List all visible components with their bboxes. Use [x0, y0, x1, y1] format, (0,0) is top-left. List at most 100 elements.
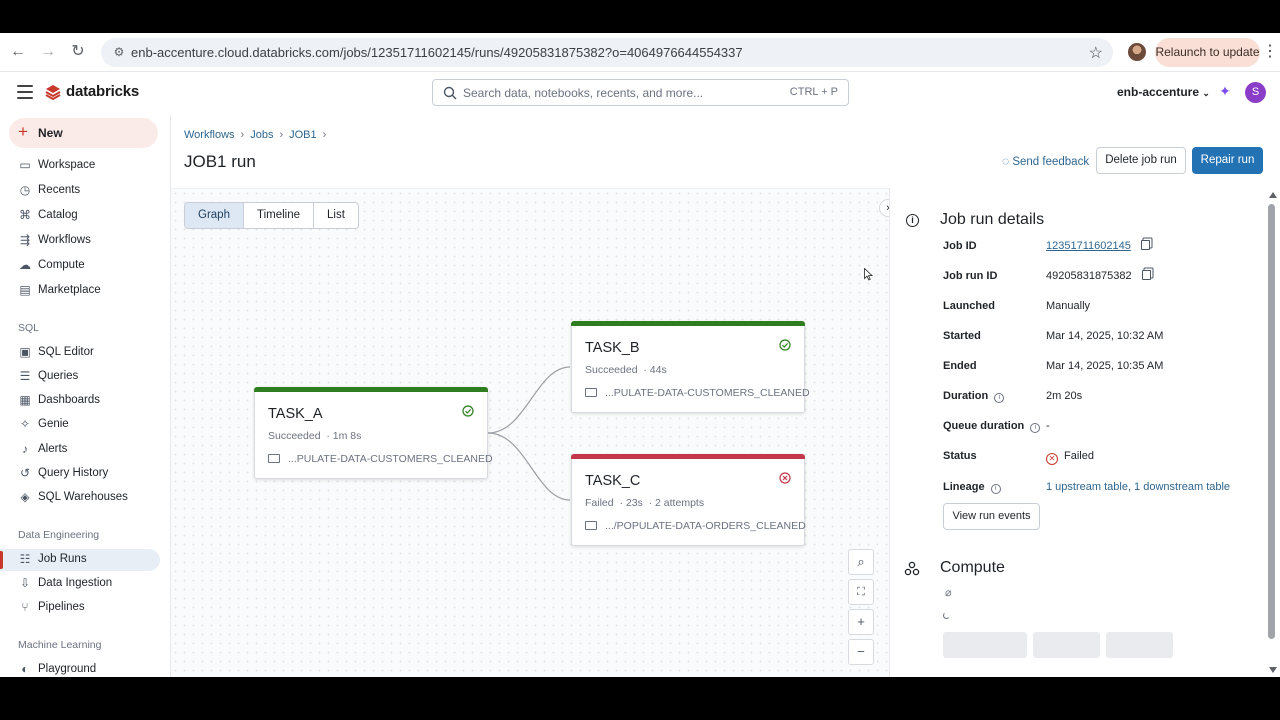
- detail-value[interactable]: 12351711602145: [1046, 240, 1131, 252]
- task-name: TASK_A: [268, 406, 323, 422]
- detail-value: 49205831875382: [1046, 270, 1132, 282]
- sidebar-item-genie[interactable]: ✧ Genie: [0, 414, 160, 436]
- breadcrumb-jobs[interactable]: Jobs: [250, 129, 273, 141]
- detail-key: Job ID: [943, 240, 977, 252]
- relaunch-button[interactable]: Relaunch to update: [1155, 38, 1260, 67]
- detail-key: Status: [943, 450, 977, 462]
- details-scrollbar[interactable]: [1267, 192, 1277, 673]
- new-button[interactable]: + New: [9, 118, 158, 148]
- sidebar-item-compute[interactable]: ☁ Compute: [0, 255, 160, 277]
- scroll-up-arrow-icon[interactable]: [1269, 192, 1277, 198]
- sidebar-item-sql-warehouses[interactable]: ◈ SQL Warehouses: [0, 487, 160, 509]
- feedback-icon: ◌: [1002, 154, 1010, 168]
- detail-value: Mar 14, 2025, 10:35 AM: [1046, 360, 1164, 372]
- scroll-down-arrow-icon[interactable]: [1269, 667, 1277, 673]
- help-icon[interactable]: i: [994, 393, 1005, 403]
- help-icon[interactable]: i: [1030, 423, 1041, 433]
- task-card-task-a[interactable]: TASK_A Succeeded · 1m 8s ...PULATE-DATA-…: [254, 387, 493, 479]
- status-bar: [571, 454, 805, 459]
- sidebar-item-marketplace[interactable]: ▤ Marketplace: [0, 280, 160, 302]
- sidebar-item-sql-editor[interactable]: ▣ SQL Editor: [0, 342, 160, 364]
- task-status-text: Succeeded: [585, 364, 638, 376]
- browser-toolbar: ← → ↻ ⚙ enb-accenture.cloud.databricks.c…: [0, 33, 1280, 72]
- sidebar-item-label: Marketplace: [38, 284, 101, 296]
- sidebar-item-label: Pipelines: [38, 601, 85, 613]
- copy-icon[interactable]: [1141, 270, 1151, 280]
- repair-run-button[interactable]: Repair run: [1192, 147, 1263, 174]
- brand-name[interactable]: databricks: [66, 83, 139, 100]
- view-run-events-button[interactable]: View run events: [943, 503, 1040, 530]
- browser-menu-icon[interactable]: ⋮: [1262, 42, 1278, 62]
- lineage-link[interactable]: 1 upstream table, 1 downstream table: [1046, 481, 1230, 493]
- back-icon[interactable]: ←: [8, 42, 28, 62]
- edge-task-a-to-task-b: [487, 366, 571, 434]
- sidebar-item-catalog[interactable]: ⌘ Catalog: [0, 205, 160, 227]
- task-card-task-b[interactable]: TASK_B Succeeded · 44s ...PULATE-DATA-CU…: [571, 321, 810, 413]
- send-feedback-link[interactable]: ◌ Send feedback: [1002, 154, 1089, 168]
- url-text[interactable]: enb-accenture.cloud.databricks.com/jobs/…: [131, 45, 743, 60]
- fit-view-icon[interactable]: ⛶: [848, 579, 874, 605]
- folder-icon: [585, 521, 597, 530]
- scrollbar-thumb[interactable]: [1268, 204, 1275, 639]
- search-graph-icon[interactable]: ⌕: [848, 549, 874, 575]
- task-meta: Succeeded · 1m 8s: [268, 430, 362, 442]
- sidebar-item-data-ingestion[interactable]: ⇩ Data Ingestion: [0, 573, 160, 595]
- detail-key: Ended: [943, 360, 977, 372]
- task-notebook-path: .../POPULATE-DATA-ORDERS_CLEANED: [585, 520, 806, 532]
- sidebar-item-workspace[interactable]: ▭ Workspace: [0, 155, 160, 177]
- address-bar[interactable]: ⚙ enb-accenture.cloud.databricks.com/job…: [101, 38, 1113, 67]
- editor-icon: ▣: [19, 345, 31, 359]
- breadcrumb-job1[interactable]: JOB1: [289, 129, 317, 141]
- detail-key: Launched: [943, 300, 995, 312]
- sidebar-item-job-runs[interactable]: ☷ Job Runs: [0, 549, 160, 571]
- reload-icon[interactable]: ↻: [68, 42, 88, 62]
- task-graph-canvas[interactable]: Graph Timeline List TASK_A Succeeded · 1…: [171, 188, 897, 677]
- zoom-in-icon[interactable]: +: [848, 609, 874, 635]
- workspace-switcher[interactable]: enb-accenture ⌄: [1117, 85, 1210, 99]
- dashboard-icon: ▦: [19, 393, 31, 407]
- cloud-icon: ☁: [19, 258, 31, 272]
- edge-task-a-to-task-c: [487, 432, 571, 501]
- task-meta: Failed · 23s · 2 attempts: [585, 497, 705, 509]
- sidebar-item-recents[interactable]: ◷ Recents: [0, 180, 160, 202]
- copy-icon[interactable]: [1140, 240, 1150, 250]
- breadcrumb-workflows[interactable]: Workflows: [184, 129, 235, 141]
- detail-row-run-id: Job run ID 49205831875382: [943, 268, 1273, 286]
- chevron-right-icon: ›: [322, 129, 327, 141]
- bookmark-star-icon[interactable]: ☆: [1089, 43, 1103, 63]
- sidebar-item-label: Data Ingestion: [38, 577, 113, 589]
- loading-skeleton: [943, 632, 1027, 658]
- catalog-icon: ⌘: [19, 208, 31, 222]
- sidebar-item-alerts[interactable]: ♪ Alerts: [0, 439, 160, 461]
- detail-key: Queue duration: [943, 420, 1025, 432]
- sidebar-item-queries[interactable]: ☰ Queries: [0, 366, 160, 388]
- warehouse-icon: ◈: [20, 490, 30, 504]
- site-info-icon[interactable]: ⚙: [111, 44, 127, 60]
- detail-key-wrap: Duration i: [943, 390, 1005, 403]
- browser-window: ← → ↻ ⚙ enb-accenture.cloud.databricks.c…: [0, 33, 1280, 677]
- global-search-input[interactable]: Search data, notebooks, recents, and mor…: [432, 79, 849, 106]
- forward-icon[interactable]: →: [38, 42, 58, 62]
- detail-row-status: Status ✕ Failed: [943, 448, 1273, 466]
- folder-icon: ▭: [19, 158, 31, 172]
- sidebar-item-dashboards[interactable]: ▦ Dashboards: [0, 390, 160, 412]
- browser-profile-avatar[interactable]: [1128, 43, 1146, 61]
- search-shortcut: CTRL + P: [789, 86, 838, 98]
- compute-cluster-icon: [904, 561, 920, 576]
- sidebar-item-label: Job Runs: [38, 553, 87, 565]
- task-card-task-c[interactable]: TASK_C Failed · 23s · 2 attempts .../POP…: [571, 454, 806, 546]
- hamburger-menu-icon[interactable]: [17, 85, 33, 99]
- sidebar-item-query-history[interactable]: ↺ Query History: [0, 463, 160, 485]
- assistant-sparkle-icon[interactable]: ✦: [1217, 83, 1233, 99]
- task-duration: 44s: [649, 364, 667, 376]
- sidebar-item-pipelines[interactable]: ⑂ Pipelines: [0, 597, 160, 619]
- help-icon[interactable]: i: [990, 484, 1001, 494]
- zoom-out-icon[interactable]: −: [848, 639, 874, 665]
- sidebar-item-label: SQL Editor: [38, 346, 94, 358]
- success-check-icon: [779, 339, 791, 351]
- sidebar-item-playground[interactable]: ◐ Playground: [0, 659, 160, 677]
- sidebar-item-workflows[interactable]: ⇶ Workflows: [0, 230, 160, 252]
- delete-job-run-button[interactable]: Delete job run: [1096, 147, 1186, 174]
- job-id-link[interactable]: 12351711602145: [1046, 240, 1150, 252]
- user-avatar[interactable]: S: [1245, 82, 1266, 103]
